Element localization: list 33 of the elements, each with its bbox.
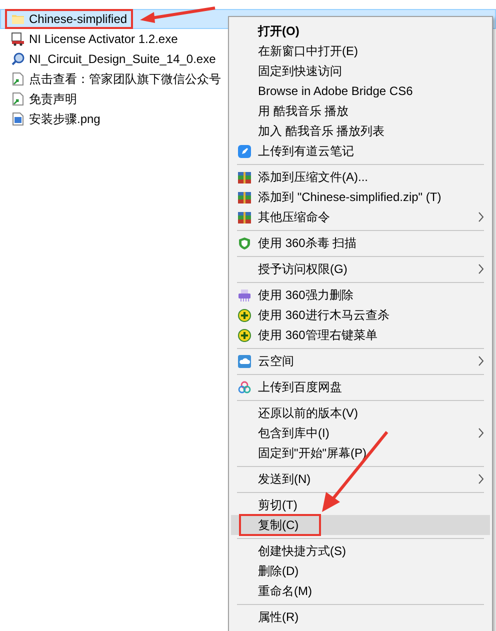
- menu-label: 固定到快速访问: [258, 63, 342, 80]
- menu-label: 重命名(M): [258, 583, 312, 600]
- file-name: Chinese-simplified: [29, 12, 128, 26]
- menu-label: 使用 360进行木马云查杀: [258, 307, 390, 324]
- menu-label: 固定到"开始"屏幕(P): [258, 445, 367, 462]
- menu-label: 复制(C): [258, 517, 299, 534]
- menu-label: 发送到(N): [258, 471, 311, 488]
- menu-label: 上传到百度网盘: [258, 379, 342, 396]
- menu-label: 还原以前的版本(V): [258, 405, 358, 422]
- menu-label: 剪切(T): [258, 497, 298, 514]
- menu-label: 云空间: [258, 353, 294, 370]
- menu-label: 其他压缩命令: [258, 209, 330, 226]
- file-name: NI License Activator 1.2.exe: [29, 32, 178, 46]
- menu-label: Browse in Adobe Bridge CS6: [258, 83, 413, 100]
- menu-label: 添加到压缩文件(A)...: [258, 169, 368, 186]
- menu-label: 创建快捷方式(S): [258, 543, 346, 560]
- menu-label: 在新窗口中打开(E): [258, 43, 358, 60]
- menu-label: 属性(R): [258, 609, 299, 626]
- file-name: 安装步骤.png: [29, 112, 100, 126]
- menu-label: 包含到库中(I): [258, 425, 330, 442]
- menu-label: 添加到 "Chinese-simplified.zip" (T): [258, 189, 442, 206]
- menu-label: 使用 360杀毒 扫描: [258, 235, 357, 252]
- file-name: NI_Circuit_Design_Suite_14_0.exe: [29, 52, 216, 66]
- menu-label: 授予访问权限(G): [258, 261, 348, 278]
- menu-label: 上传到有道云笔记: [258, 143, 354, 160]
- menu-label: 加入 酷我音乐 播放列表: [258, 123, 385, 140]
- menu-label: 打开(O): [258, 23, 300, 40]
- menu-label: 用 酷我音乐 播放: [258, 103, 349, 120]
- menu-label: 使用 360管理右键菜单: [258, 327, 378, 344]
- file-name: 点击查看：管家团队旗下微信公众号: [29, 72, 221, 86]
- menu-label: 删除(D): [258, 563, 299, 580]
- file-name: 免责声明: [29, 92, 77, 106]
- menu-label: 使用 360强力删除: [258, 287, 354, 304]
